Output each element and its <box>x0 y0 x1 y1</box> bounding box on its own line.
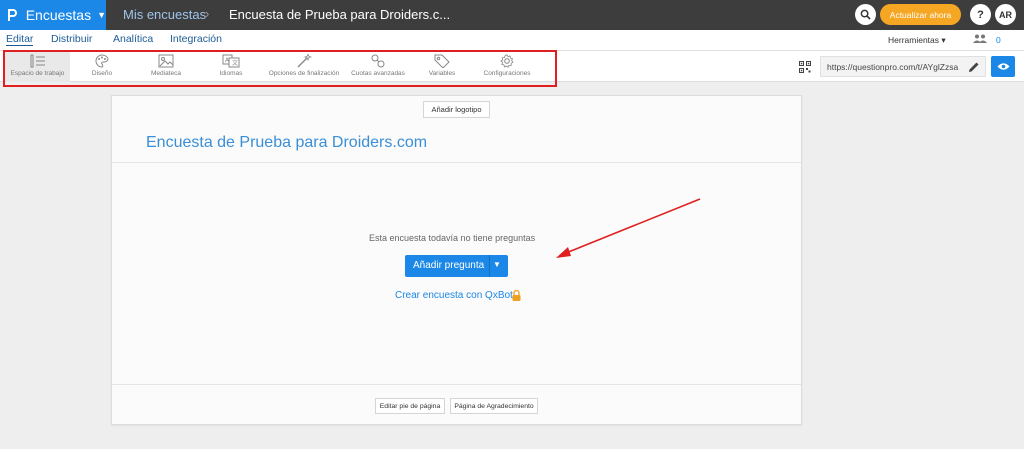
collaborators-count: 0 <box>996 35 1001 45</box>
add-question-button[interactable]: Añadir pregunta ▼ <box>405 255 508 277</box>
qr-code-icon <box>799 61 811 73</box>
tab-distribuir[interactable]: Distribuir <box>51 33 92 45</box>
top-bar: Encuestas ▼ Mis encuestas › Encuesta de … <box>0 0 1024 30</box>
thank-you-page-button[interactable]: Página de Agradecimiento <box>450 398 538 414</box>
breadcrumb-my-surveys[interactable]: Mis encuestas <box>123 7 206 22</box>
secondary-nav: Editar Distribuir Analítica Integración … <box>0 30 1024 51</box>
pencil-icon <box>969 62 979 72</box>
product-label: Encuestas <box>25 7 92 23</box>
tools-dropdown[interactable]: Herramientas ▾ <box>888 35 946 46</box>
eye-icon <box>997 63 1009 70</box>
collaborators-icon[interactable] <box>973 34 987 45</box>
edit-footer-button[interactable]: Editar pie de página <box>375 398 445 414</box>
survey-title[interactable]: Encuesta de Prueba para Droiders.com <box>146 134 427 152</box>
caret-down-icon[interactable]: ▼ <box>493 260 501 269</box>
tab-editar[interactable]: Editar <box>6 33 34 46</box>
search-icon <box>860 9 871 20</box>
tab-integracion[interactable]: Integración <box>170 33 222 45</box>
caret-down-icon: ▼ <box>97 10 106 20</box>
breadcrumb-current-survey: Encuesta de Prueba para Droiders.c... <box>229 7 451 22</box>
button-separator <box>489 255 490 277</box>
tab-analitica[interactable]: Analítica <box>113 33 153 45</box>
add-question-label: Añadir pregunta <box>413 260 485 271</box>
product-switcher[interactable]: Encuestas ▼ <box>0 0 106 30</box>
toolbar-annotation-box <box>3 50 557 87</box>
qr-code-button[interactable] <box>799 60 811 78</box>
footer-divider <box>112 384 801 385</box>
preview-button[interactable] <box>991 56 1015 77</box>
user-avatar[interactable]: AR <box>995 4 1016 25</box>
breadcrumb-separator: › <box>205 6 210 21</box>
header-divider <box>112 162 801 163</box>
questionpro-logo-icon <box>4 0 20 30</box>
survey-url-field[interactable]: https://questionpro.com/t/AYglZzsa <box>820 56 986 77</box>
empty-survey-message: Esta encuesta todavía no tiene preguntas <box>369 233 536 243</box>
lock-icon <box>512 289 521 304</box>
upgrade-button[interactable]: Actualizar ahora <box>880 4 961 25</box>
qxbot-link[interactable]: Crear encuesta con QxBot <box>395 290 513 301</box>
edit-url-button[interactable] <box>968 60 980 78</box>
search-button[interactable] <box>855 4 876 25</box>
help-button[interactable]: ? <box>970 4 991 25</box>
add-logo-button[interactable]: Añadir logotipo <box>423 101 490 118</box>
